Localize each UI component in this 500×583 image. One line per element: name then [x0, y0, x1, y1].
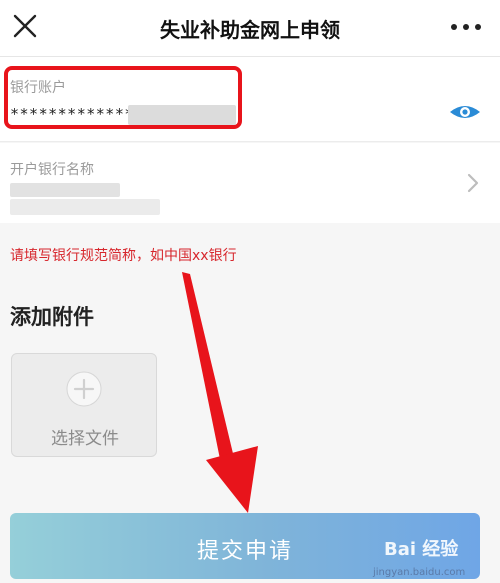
bank-name-hint: 请填写银行规范简称，如中国xx银行	[10, 248, 237, 264]
chevron-right-icon[interactable]	[466, 172, 480, 194]
watermark-logo: Bai 经验	[384, 539, 459, 560]
bank-name-label: 开户银行名称	[10, 162, 94, 178]
watermark-url: jingyan.baidu.com	[373, 567, 466, 578]
more-icon[interactable]	[448, 13, 484, 41]
close-icon[interactable]	[10, 11, 40, 41]
nav-bar: 失业补助金网上申领	[0, 0, 500, 57]
redacted-bank-name	[10, 183, 120, 197]
choose-file-button[interactable]: 选择文件	[11, 353, 157, 457]
account-highlight-box	[4, 66, 242, 129]
bank-name-field[interactable]	[0, 143, 500, 223]
page-title: 失业补助金网上申领	[160, 18, 340, 42]
redacted-bank-name-line2	[10, 199, 160, 215]
choose-file-label: 选择文件	[51, 429, 119, 449]
red-arrow-annotation	[182, 272, 258, 513]
eye-icon[interactable]	[448, 101, 482, 123]
plus-icon	[66, 371, 102, 407]
attachments-title: 添加附件	[10, 305, 94, 329]
